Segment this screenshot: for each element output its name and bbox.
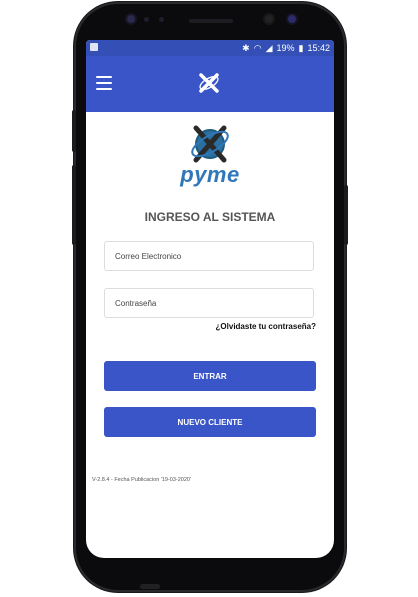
signal-icon: ◢ <box>265 42 273 53</box>
new-client-button[interactable]: NUEVO CLIENTE <box>104 407 316 437</box>
pyme-logo: pyme <box>160 122 260 187</box>
image-notification-icon <box>90 43 98 51</box>
globe-logo-icon <box>191 125 229 163</box>
sensor-icon <box>265 15 273 23</box>
wifi-icon: ◠ <box>253 42 262 53</box>
volume-up-button <box>72 110 76 152</box>
version-label: V-2.8.4 - Fecha Publicacion '19-03-2020' <box>92 477 192 483</box>
home-indicator <box>140 584 160 589</box>
battery-percent: 19% <box>276 43 295 53</box>
forgot-password-link[interactable]: ¿Olvidaste tu contraseña? <box>216 322 316 331</box>
password-field[interactable] <box>104 288 314 318</box>
clock: 15:42 <box>307 43 330 53</box>
power-button <box>344 185 348 245</box>
earpiece-speaker <box>189 19 233 23</box>
status-bar: ✱ ◠ ◢ 19% ▮ 15:42 <box>86 40 334 56</box>
sensor-icon <box>127 15 135 23</box>
app-bar <box>86 56 334 112</box>
volume-down-button <box>72 165 76 245</box>
bluetooth-icon: ✱ <box>242 42 250 53</box>
top-bezel <box>110 12 310 30</box>
sensor-icon <box>159 17 164 22</box>
menu-icon[interactable] <box>96 76 112 90</box>
brand-name: pyme <box>180 162 240 187</box>
email-field[interactable] <box>104 241 314 271</box>
battery-icon: ▮ <box>298 42 304 53</box>
app-screen: ✱ ◠ ◢ 19% ▮ 15:42 pyme INGRESO AL SISTEM… <box>86 40 334 558</box>
brand-logo-icon <box>199 73 219 93</box>
sensor-icon <box>144 17 149 22</box>
login-button[interactable]: ENTRAR <box>104 361 316 391</box>
page-title: INGRESO AL SISTEMA <box>144 210 276 224</box>
front-camera-icon <box>288 15 296 23</box>
